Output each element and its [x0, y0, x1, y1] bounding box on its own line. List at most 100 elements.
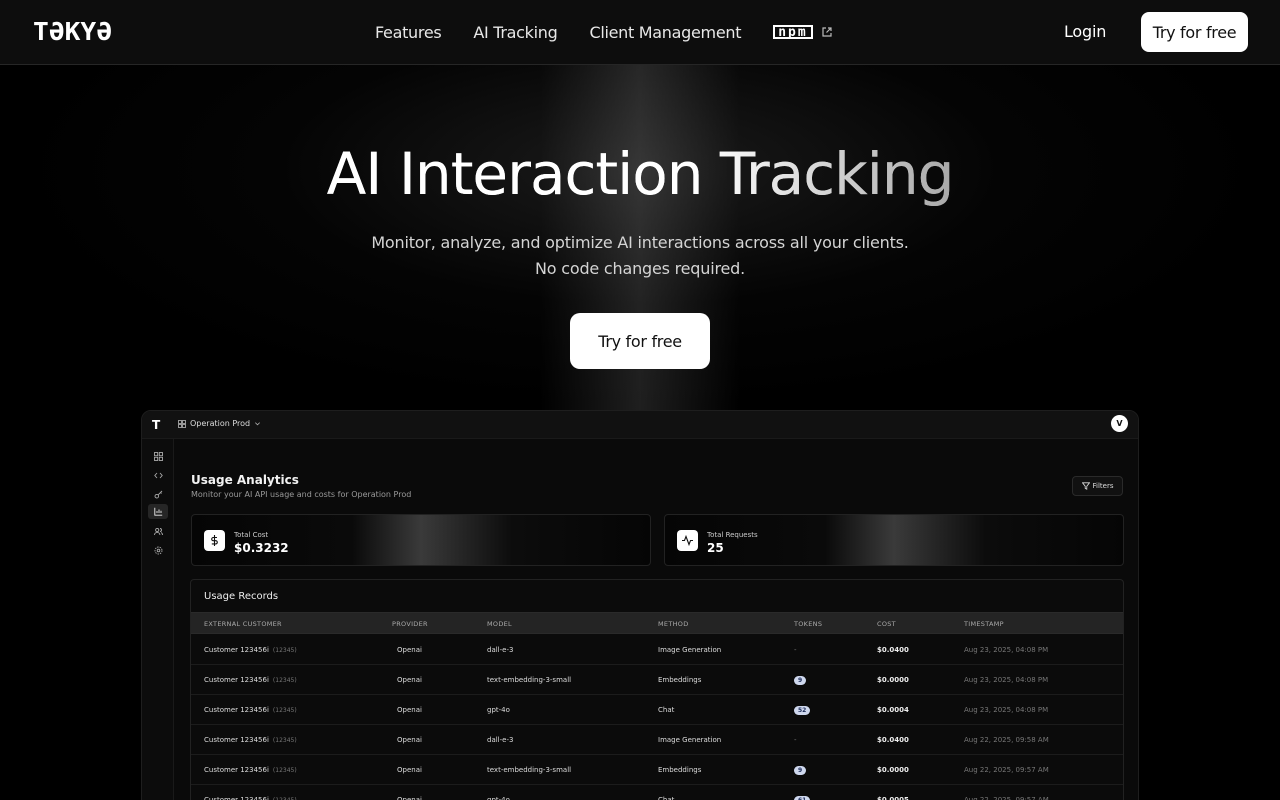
customer-name: Customer 123456i: [204, 796, 269, 800]
sidebar-key-icon[interactable]: [148, 487, 168, 502]
app-logo[interactable]: T: [152, 418, 160, 432]
table-row[interactable]: Customer 123456i (12345) Openai gpt-4o Chat 5…: [191, 695, 1123, 725]
user-avatar[interactable]: V: [1111, 415, 1128, 432]
total-requests-card: Total Requests 25: [664, 514, 1124, 566]
top-nav: TƏKYƏ Features AI Tracking Client Manage…: [0, 0, 1280, 65]
column-header[interactable]: TIMESTAMP: [964, 620, 1004, 628]
brand-logo-text: TƏKYƏ: [33, 17, 113, 46]
total-cost-card: Total Cost $0.3232: [191, 514, 651, 566]
cell-tokens: -: [794, 736, 797, 744]
usage-records-title: Usage Records: [204, 591, 279, 602]
usage-records-table: Usage Records EXTERNAL CUSTOMER PROVIDER…: [190, 579, 1124, 800]
try-free-header-button[interactable]: Try for free: [1141, 12, 1248, 52]
cell-cost: $0.0000: [877, 766, 909, 774]
cell-provider: Openai: [397, 766, 422, 774]
hero-title: AI Interaction Tracking: [0, 140, 1280, 208]
table-header: EXTERNAL CUSTOMER PROVIDER MODEL METHOD …: [191, 612, 1123, 634]
external-link-icon: [822, 27, 832, 37]
hero-subtitle-line-1: Monitor, analyze, and optimize AI intera…: [371, 233, 909, 252]
column-header[interactable]: METHOD: [658, 620, 689, 628]
dollar-icon: [204, 530, 225, 551]
cell-customer: Customer 123456i(12345): [204, 796, 297, 800]
customer-id: (12345): [272, 767, 297, 774]
cell-provider: Openai: [397, 736, 422, 744]
column-header[interactable]: PROVIDER: [392, 620, 428, 628]
customer-name: Customer 123456i: [204, 766, 269, 774]
column-header[interactable]: MODEL: [487, 620, 512, 628]
cell-timestamp: Aug 22, 2025, 09:57 AM: [964, 766, 1049, 774]
sidebar-dashboard-icon[interactable]: [148, 449, 168, 464]
filter-icon: [1081, 482, 1090, 490]
login-link[interactable]: Login: [1064, 22, 1106, 41]
cell-method: Image Generation: [658, 646, 722, 654]
nav-link-ai-tracking[interactable]: AI Tracking: [473, 23, 557, 42]
total-cost-value: $0.3232: [234, 541, 289, 555]
tokens-badge: 9: [794, 676, 807, 685]
cell-tokens: -: [794, 646, 797, 654]
filters-label: Filters: [1092, 482, 1114, 490]
cell-customer: Customer 123456i(12345): [204, 736, 297, 744]
cell-customer: Customer 123456i(12345): [204, 766, 297, 774]
brand-logo[interactable]: TƏKYƏ: [33, 19, 112, 44]
cell-timestamp: Aug 23, 2025, 04:08 PM: [964, 676, 1049, 684]
app-preview: T Operation Prod V Usage Analytics Monit…: [141, 410, 1139, 800]
sidebar-code-icon[interactable]: [148, 468, 168, 483]
sidebar-users-icon[interactable]: [148, 524, 168, 539]
customer-id: (12345): [272, 677, 297, 684]
hero-subtitle-line-2: No code changes required.: [535, 259, 745, 278]
cell-model: text-embedding-3-small: [487, 676, 572, 684]
workspace-icon: [178, 419, 186, 428]
cell-customer: Customer 123456i(12345): [204, 646, 297, 654]
sidebar-analytics-icon[interactable]: [148, 504, 168, 519]
table-row[interactable]: Customer 123456i(12345) Openai gpt-4o Chat 6…: [191, 785, 1123, 800]
total-requests-value: 25: [707, 541, 724, 555]
cell-timestamp: Aug 23, 2025, 04:08 PM: [964, 646, 1049, 654]
column-header[interactable]: TOKENS: [794, 620, 822, 628]
cell-provider: Openai: [397, 646, 422, 654]
hero-title-text: AI Interaction Tracking: [326, 140, 955, 208]
cell-model: gpt-4o: [487, 706, 510, 714]
nav-link-client-management[interactable]: Client Management: [589, 23, 741, 42]
cell-model: dall-e-3: [487, 646, 514, 654]
customer-name: Customer 123456i: [204, 676, 269, 684]
tokens-badge: 61: [794, 796, 811, 800]
activity-icon: [677, 530, 698, 551]
cell-customer: Customer 123456i(12345): [204, 706, 297, 714]
workspace-selector[interactable]: Operation Prod: [178, 419, 261, 428]
sidebar-settings-icon[interactable]: [148, 543, 168, 558]
cell-method: Embeddings: [658, 676, 702, 684]
table-row[interactable]: Customer 123456i (12345) Openai text-embedd…: [191, 755, 1123, 785]
try-free-hero-button[interactable]: Try for free: [570, 313, 710, 369]
table-row[interactable]: Customer 123456i (12345) Openai text-embedd…: [191, 665, 1123, 695]
cell-provider: Openai: [397, 796, 422, 800]
table-row[interactable]: Customer 123456i (12345) Openai dall-e-3 Ima…: [191, 635, 1123, 665]
chevron-down-icon: [255, 422, 261, 426]
page-subtitle: Monitor your AI API usage and costs for …: [191, 490, 412, 499]
cell-model: gpt-4o: [487, 796, 510, 800]
cell-cost: $0.0005: [877, 796, 909, 800]
customer-name: Customer 123456i: [204, 736, 269, 744]
workspace-name: Operation Prod: [190, 419, 251, 428]
customer-id: (12345): [272, 707, 297, 714]
cell-method: Embeddings: [658, 766, 702, 774]
cell-method: Chat: [658, 796, 675, 800]
tokens-badge: 52: [794, 706, 811, 715]
nav-links: Features AI Tracking Client Management n…: [375, 20, 833, 44]
cell-model: text-embedding-3-small: [487, 766, 572, 774]
total-cost-label: Total Cost: [234, 531, 269, 539]
cell-customer: Customer 123456i(12345): [204, 676, 297, 684]
cell-method: Image Generation: [658, 736, 722, 744]
column-header[interactable]: EXTERNAL CUSTOMER: [204, 620, 282, 628]
filters-button[interactable]: Filters: [1072, 476, 1123, 496]
cell-model: dall-e-3: [487, 736, 514, 744]
app-sidebar: [142, 439, 174, 800]
customer-name: Customer 123456i: [204, 706, 269, 714]
table-row[interactable]: Customer 123456i (12345) Openai dall-e-3 Ima…: [191, 725, 1123, 755]
column-header[interactable]: COST: [877, 620, 896, 628]
app-topbar: T Operation Prod V: [142, 411, 1138, 439]
cell-timestamp: Aug 22, 2025, 09:58 AM: [964, 736, 1049, 744]
npm-link[interactable]: npm: [773, 25, 832, 39]
total-requests-label: Total Requests: [707, 531, 758, 539]
cell-cost: $0.0400: [877, 646, 909, 654]
nav-link-features[interactable]: Features: [375, 23, 442, 42]
